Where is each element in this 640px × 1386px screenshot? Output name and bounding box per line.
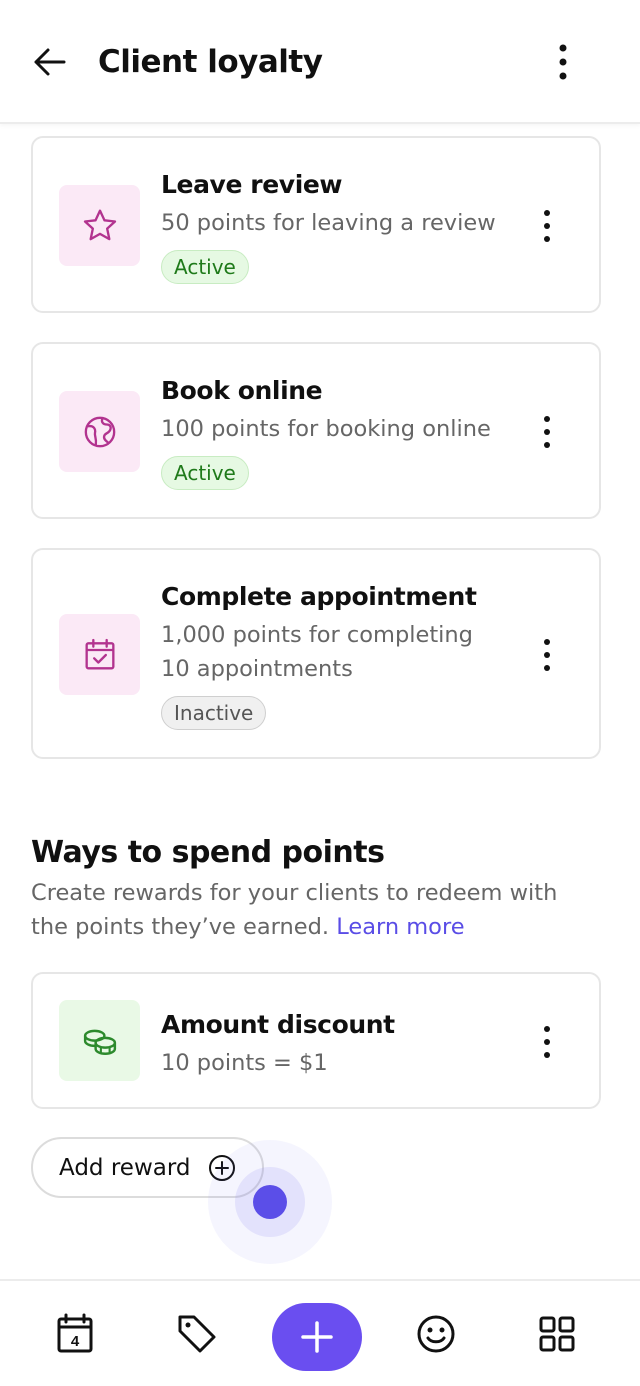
earn-card-leave-review[interactable]: Leave review 50 points for leaving a rev… bbox=[31, 136, 601, 313]
earn-card-description: 50 points for leaving a review bbox=[161, 210, 496, 236]
earn-card-title: Complete appointment bbox=[161, 582, 477, 611]
spend-card-description: 10 points = $1 bbox=[161, 1050, 328, 1076]
status-badge: Active bbox=[161, 456, 249, 490]
nav-more[interactable] bbox=[534, 1311, 580, 1357]
back-button[interactable] bbox=[30, 44, 70, 80]
card-menu-button[interactable] bbox=[533, 206, 561, 246]
coins-icon bbox=[83, 1029, 116, 1055]
calendar-icon: 4 bbox=[57, 1313, 93, 1353]
calendar-check-icon bbox=[85, 638, 115, 669]
earn-card-title: Leave review bbox=[161, 170, 343, 199]
card-menu-button[interactable] bbox=[533, 1022, 561, 1062]
earn-card-icon-tile bbox=[59, 185, 140, 266]
app-header: Client loyalty bbox=[0, 0, 640, 124]
section-title: Ways to spend points bbox=[31, 835, 385, 870]
nav-calendar[interactable]: 4 bbox=[53, 1311, 99, 1357]
earn-card-icon-tile bbox=[59, 614, 140, 695]
globe-icon bbox=[84, 416, 115, 447]
earn-card-icon-tile bbox=[59, 391, 140, 472]
more-vertical-icon bbox=[544, 639, 550, 671]
add-reward-label: Add reward bbox=[59, 1155, 191, 1181]
nav-clients[interactable] bbox=[413, 1311, 459, 1357]
more-vertical-icon bbox=[559, 44, 567, 80]
spend-card-title: Amount discount bbox=[161, 1010, 395, 1039]
nav-tags[interactable] bbox=[174, 1311, 220, 1357]
section-description-text: Create rewards for your clients to redee… bbox=[31, 880, 558, 940]
smiley-icon bbox=[417, 1315, 455, 1353]
more-vertical-icon bbox=[544, 1026, 550, 1058]
earn-card-description: 100 points for booking online bbox=[161, 416, 491, 442]
status-badge: Active bbox=[161, 250, 249, 284]
bottom-navigation: 4 bbox=[0, 1279, 640, 1386]
earn-card-book-online[interactable]: Book online 100 points for booking onlin… bbox=[31, 342, 601, 519]
earn-card-description: 1,000 points for completing 10 appointme… bbox=[161, 622, 473, 682]
star-icon bbox=[83, 209, 116, 240]
section-description: Create rewards for your clients to redee… bbox=[31, 876, 591, 944]
learn-more-link[interactable]: Learn more bbox=[336, 914, 464, 940]
add-icon bbox=[301, 1321, 333, 1353]
card-menu-button[interactable] bbox=[533, 412, 561, 452]
grid-icon bbox=[539, 1316, 575, 1352]
card-menu-button[interactable] bbox=[533, 635, 561, 675]
earn-card-title: Book online bbox=[161, 376, 323, 405]
arrow-left-icon bbox=[34, 48, 66, 76]
touch-indicator bbox=[253, 1185, 287, 1219]
spend-card-icon-tile bbox=[59, 1000, 140, 1081]
calendar-day: 4 bbox=[71, 1333, 80, 1350]
tag-icon bbox=[178, 1315, 216, 1353]
page-title: Client loyalty bbox=[98, 44, 323, 80]
more-vertical-icon bbox=[544, 210, 550, 242]
header-menu-button[interactable] bbox=[549, 42, 577, 82]
earn-card-complete-appointment[interactable]: Complete appointment 1,000 points for co… bbox=[31, 548, 601, 759]
more-vertical-icon bbox=[544, 416, 550, 448]
add-button[interactable] bbox=[272, 1303, 362, 1371]
status-badge: Inactive bbox=[161, 696, 267, 730]
spend-card-amount-discount[interactable]: Amount discount 10 points = $1 bbox=[31, 972, 601, 1109]
